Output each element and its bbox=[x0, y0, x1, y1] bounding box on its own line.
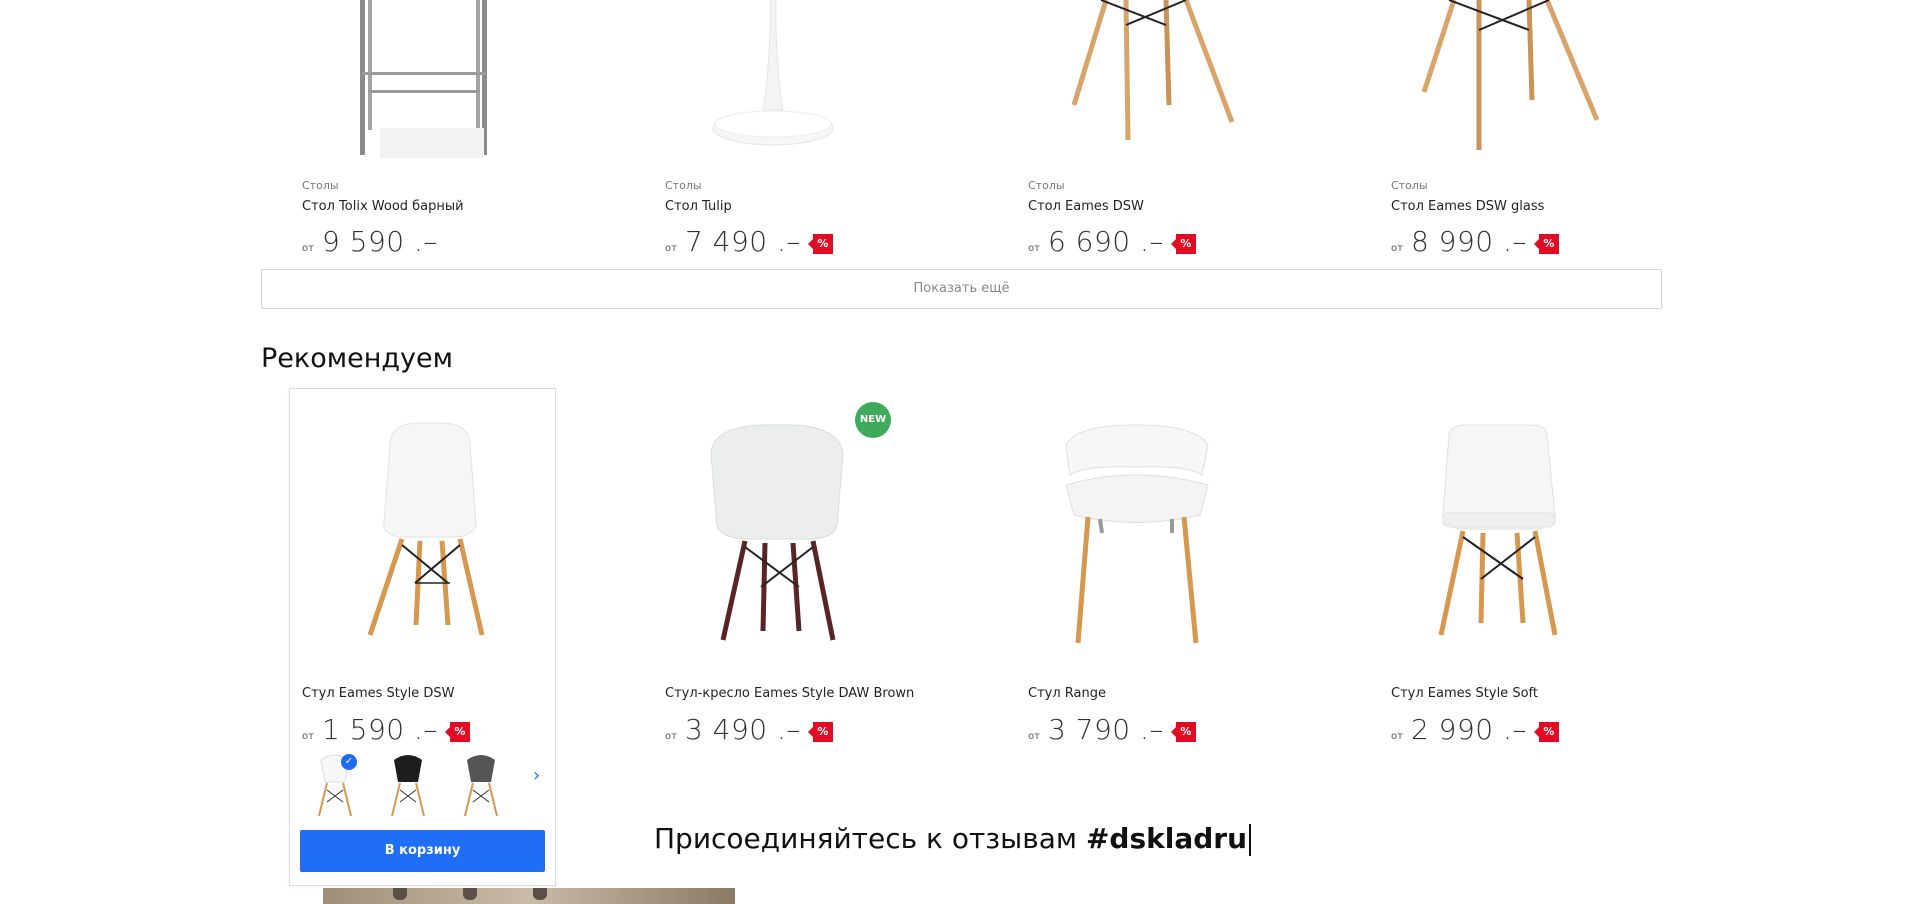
selected-check-icon: ✓ bbox=[341, 754, 357, 770]
price-prefix: от bbox=[302, 731, 314, 742]
color-swatch-black[interactable] bbox=[378, 750, 438, 820]
price-prefix: от bbox=[665, 243, 677, 254]
product-image[interactable] bbox=[653, 395, 923, 675]
new-badge: NEW bbox=[855, 402, 891, 438]
lamp-icon bbox=[463, 888, 477, 900]
product-category: Столы bbox=[302, 179, 339, 192]
price-prefix: от bbox=[1028, 243, 1040, 254]
price: 6 690 .– bbox=[1047, 225, 1164, 258]
product-image[interactable] bbox=[290, 395, 560, 675]
product-image[interactable] bbox=[290, 0, 560, 165]
color-swatch-gray[interactable] bbox=[451, 750, 511, 820]
price: 1 590 .– bbox=[321, 713, 438, 746]
sale-badge: % bbox=[807, 234, 833, 254]
price-row: от 8 990 .– % bbox=[1391, 225, 1559, 258]
review-photo[interactable] bbox=[323, 888, 735, 904]
sale-badge: % bbox=[1533, 722, 1559, 742]
price-row: от 3 490 .– % bbox=[665, 713, 833, 746]
product-image[interactable] bbox=[1379, 395, 1649, 675]
show-more-button[interactable]: Показать ещё bbox=[261, 269, 1662, 309]
sale-badge: % bbox=[1533, 234, 1559, 254]
add-to-cart-button[interactable]: В корзину bbox=[300, 830, 545, 872]
product-image[interactable] bbox=[1016, 395, 1286, 675]
product-category: Столы bbox=[1028, 179, 1065, 192]
product-name[interactable]: Стул-кресло Eames Style DAW Brown bbox=[665, 686, 914, 701]
sale-badge: % bbox=[1170, 722, 1196, 742]
product-category: Столы bbox=[1391, 179, 1428, 192]
price: 7 490 .– bbox=[684, 225, 801, 258]
price-prefix: от bbox=[302, 243, 314, 254]
price-row: от 9 590 .– bbox=[302, 225, 438, 258]
price-row: от 7 490 .– % bbox=[665, 225, 833, 258]
lamp-icon bbox=[393, 888, 407, 900]
chevron-right-icon[interactable]: › bbox=[533, 764, 547, 788]
price-row: от 3 790 .– % bbox=[1028, 713, 1196, 746]
price: 2 990 .– bbox=[1410, 713, 1527, 746]
join-text: Присоединяйтесь к отзывам bbox=[654, 822, 1078, 855]
price: 3 490 .– bbox=[684, 713, 801, 746]
product-name[interactable]: Стул Range bbox=[1028, 686, 1106, 701]
price: 3 790 .– bbox=[1047, 713, 1164, 746]
product-name[interactable]: Стол Tolix Wood барный bbox=[302, 199, 464, 214]
product-category: Столы bbox=[665, 179, 702, 192]
product-name[interactable]: Стол Eames DSW glass bbox=[1391, 199, 1544, 214]
price-row: от 2 990 .– % bbox=[1391, 713, 1559, 746]
product-name[interactable]: Стол Tulip bbox=[665, 199, 732, 214]
lamp-icon bbox=[533, 888, 547, 900]
price-prefix: от bbox=[1391, 243, 1403, 254]
price-prefix: от bbox=[1028, 731, 1040, 742]
product-name[interactable]: Стул Eames Style Soft bbox=[1391, 686, 1538, 701]
price: 9 590 .– bbox=[321, 225, 438, 258]
sale-badge: % bbox=[1170, 234, 1196, 254]
product-name[interactable]: Стол Eames DSW bbox=[1028, 199, 1144, 214]
product-image[interactable] bbox=[653, 0, 923, 165]
price-row: от 1 590 .– % bbox=[302, 713, 470, 746]
price-row: от 6 690 .– % bbox=[1028, 225, 1196, 258]
price: 8 990 .– bbox=[1410, 225, 1527, 258]
text-cursor bbox=[1249, 824, 1252, 856]
hashtag[interactable]: #dskladru bbox=[1086, 822, 1247, 855]
product-image[interactable] bbox=[1016, 0, 1286, 165]
price-prefix: от bbox=[1391, 731, 1403, 742]
sale-badge: % bbox=[807, 722, 833, 742]
sale-badge: % bbox=[444, 722, 470, 742]
product-name[interactable]: Стул Eames Style DSW bbox=[302, 686, 454, 701]
join-reviews-heading: Присоединяйтесь к отзывам #dskladru bbox=[654, 822, 1252, 856]
price-prefix: от bbox=[665, 731, 677, 742]
product-image[interactable] bbox=[1379, 0, 1649, 165]
section-title: Рекомендуем bbox=[261, 343, 453, 374]
